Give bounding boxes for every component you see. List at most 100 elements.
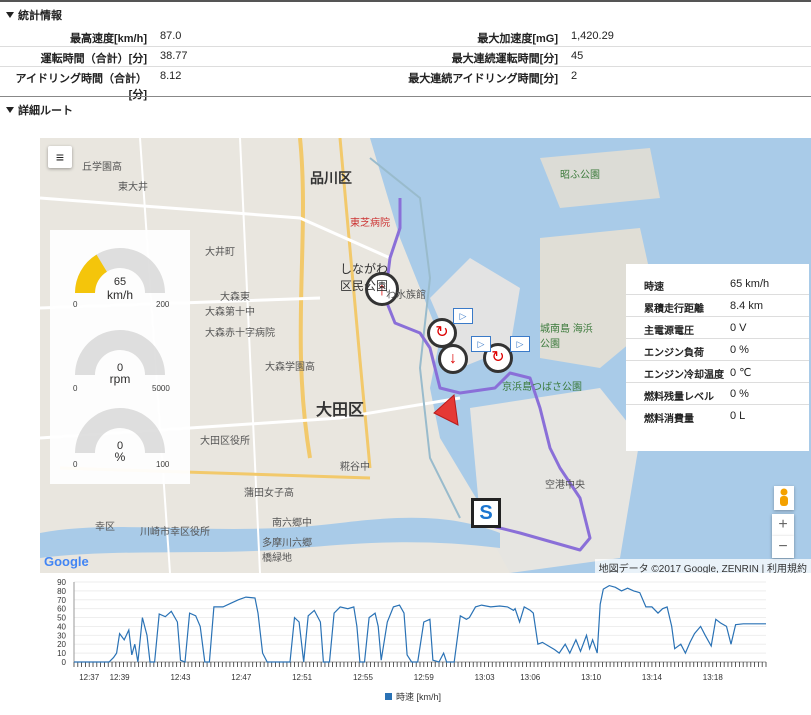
zoom-in-button[interactable]: +: [772, 514, 794, 536]
legend-swatch: [385, 693, 392, 700]
map-label: 空港中央: [545, 480, 585, 491]
map-menu-button[interactable]: ≡: [48, 146, 72, 168]
section-divider: [0, 96, 811, 97]
info-label: エンジン冷却温度: [644, 370, 724, 381]
stat-label: 運転時間（合計）[分]: [40, 53, 147, 65]
street-view-pegman-icon[interactable]: [774, 486, 794, 510]
terms-link[interactable]: 利用規約: [767, 564, 807, 573]
stat-label: 最大連続アイドリング時間[分]: [408, 73, 558, 85]
map-label: 大森東: [220, 292, 250, 303]
info-row: エンジン冷却温度 0 ℃: [626, 361, 809, 383]
collapse-triangle-icon: [6, 12, 14, 18]
map-label: 川崎市幸区役所: [140, 527, 210, 538]
y-tick-label: 70: [57, 596, 66, 605]
info-row: 主電源電圧 0 V: [626, 317, 809, 339]
attribution-text: 地図データ ©2017 Google, ZENRIN: [598, 564, 759, 573]
map-label: 大井町: [205, 247, 235, 258]
play-flag-icon[interactable]: ▷: [510, 336, 530, 352]
stat-label: アイドリング時間（合計）[分]: [15, 73, 147, 101]
map-label: しながわ 区民公園: [340, 262, 389, 293]
vehicle-info-panel: 時速 65 km/h 累積走行距離 8.4 km 主電源電圧 0 V エンジン負荷 0 …: [626, 264, 809, 451]
map-label: 丘学園高: [82, 162, 122, 173]
x-tick-label: 13:10: [581, 673, 602, 682]
map-attribution: 地図データ ©2017 Google, ZENRIN | 利用規約: [594, 559, 811, 573]
info-label: 累積走行距離: [644, 304, 704, 315]
down-marker[interactable]: ↓: [438, 344, 468, 374]
play-flag-icon[interactable]: ▷: [453, 308, 473, 324]
x-tick-label: 12:43: [170, 673, 191, 682]
info-label: 燃料残量レベル: [644, 392, 714, 403]
x-tick-label: 12:47: [231, 673, 252, 682]
stat-value: 8.12: [160, 70, 182, 82]
map-label: 東芝病院: [350, 218, 390, 229]
y-tick-label: 50: [57, 614, 66, 623]
y-tick-label: 20: [57, 640, 66, 649]
route-section-header[interactable]: 詳細ルート: [0, 102, 811, 122]
map-label: 東大井: [118, 182, 148, 193]
map-label: 品川区: [310, 170, 352, 186]
speed-gauge: 65 km/h 0 200: [50, 238, 190, 318]
stat-label: 最大連続運転時間[分]: [451, 53, 558, 65]
speed-series-line: [74, 584, 766, 663]
gauge-panel: 65 km/h 0 200 0 rpm 0 5000 0 % 0 100: [50, 230, 190, 484]
map-label: 多摩川六郷 橋緑地: [262, 538, 312, 564]
stat-value: 2: [571, 70, 578, 82]
legend-label: 時速 [km/h]: [396, 692, 441, 702]
map-label: 大田区: [316, 402, 365, 419]
speed-chart: 0 10 20 30 40 50 60 70 80 90 12:37 12:39 12:43 12:47 1…: [40, 576, 811, 712]
map-label: 城南島 海浜公園: [540, 324, 593, 350]
stats-row: 運転時間（合計）[分] 38.77 最大連続運転時間[分] 45: [0, 46, 811, 67]
stat-value: 87.0: [160, 30, 182, 42]
x-tick-label: 12:55: [353, 673, 374, 682]
y-tick-label: 10: [57, 649, 66, 658]
stat-value: 1,420.29: [571, 30, 614, 42]
map-label: 京浜島つばさ公園: [502, 382, 582, 393]
gauge-min: 0: [73, 384, 78, 393]
info-row: 時速 65 km/h: [626, 273, 809, 295]
google-logo: Google: [44, 554, 89, 569]
gauge-max: 5000: [152, 384, 170, 393]
map-label: わ水族館: [386, 290, 426, 301]
info-label: エンジン負荷: [644, 348, 704, 359]
collapse-triangle-icon: [6, 107, 14, 113]
x-tick-label: 12:37: [79, 673, 100, 682]
y-tick-label: 90: [57, 578, 66, 587]
gauge-max: 100: [156, 460, 170, 469]
info-value: 0 ℃: [730, 367, 752, 379]
map-label: 幸区: [95, 522, 115, 533]
y-tick-label: 40: [57, 622, 66, 631]
gauge-max: 200: [156, 300, 170, 309]
play-flag-icon[interactable]: ▷: [471, 336, 491, 352]
route-map[interactable]: ↑ ↻ ↓ ↻ ▷ ▷ ▷ S 品川区 大田区 しながわ 区民公園 わ水族館 城…: [40, 138, 811, 573]
stats-section-header[interactable]: 統計情報: [0, 7, 811, 27]
gauge-min: 0: [73, 300, 78, 309]
x-tick-label: 13:14: [642, 673, 663, 682]
map-label: 蒲田女子高: [244, 488, 294, 499]
y-tick-label: 60: [57, 605, 66, 614]
y-tick-label: 0: [62, 658, 67, 667]
load-gauge: 0 % 0 100: [50, 398, 190, 478]
info-value: 0 %: [730, 388, 749, 400]
gauge-value: 65: [113, 276, 127, 288]
map-label: 大田区役所: [200, 436, 250, 447]
info-row: 燃料消費量 0 L: [626, 405, 809, 426]
y-tick-label: 80: [57, 587, 66, 596]
y-tick-label: 30: [57, 631, 66, 640]
info-value: 65 km/h: [730, 278, 770, 290]
map-label: 大森赤十字病院: [205, 328, 275, 339]
info-value: 0 L: [730, 410, 746, 422]
stats-row: 最高速度[km/h] 87.0 最大加速度[mG] 1,420.29: [0, 26, 811, 47]
info-row: エンジン負荷 0 %: [626, 339, 809, 361]
stats-title: 統計情報: [18, 10, 62, 22]
rpm-gauge: 0 rpm 0 5000: [50, 320, 190, 400]
info-label: 主電源電圧: [644, 326, 694, 337]
stats-row: アイドリング時間（合計）[分] 8.12 最大連続アイドリング時間[分] 2: [0, 66, 811, 101]
route-title: 詳細ルート: [18, 105, 73, 117]
zoom-out-button[interactable]: −: [772, 536, 794, 558]
stop-marker[interactable]: S: [471, 498, 501, 528]
info-label: 時速: [644, 282, 664, 293]
info-row: 燃料残量レベル 0 %: [626, 383, 809, 405]
info-row: 累積走行距離 8.4 km: [626, 295, 809, 317]
top-divider: [0, 0, 811, 2]
map-label: 南六郷中: [272, 518, 312, 529]
